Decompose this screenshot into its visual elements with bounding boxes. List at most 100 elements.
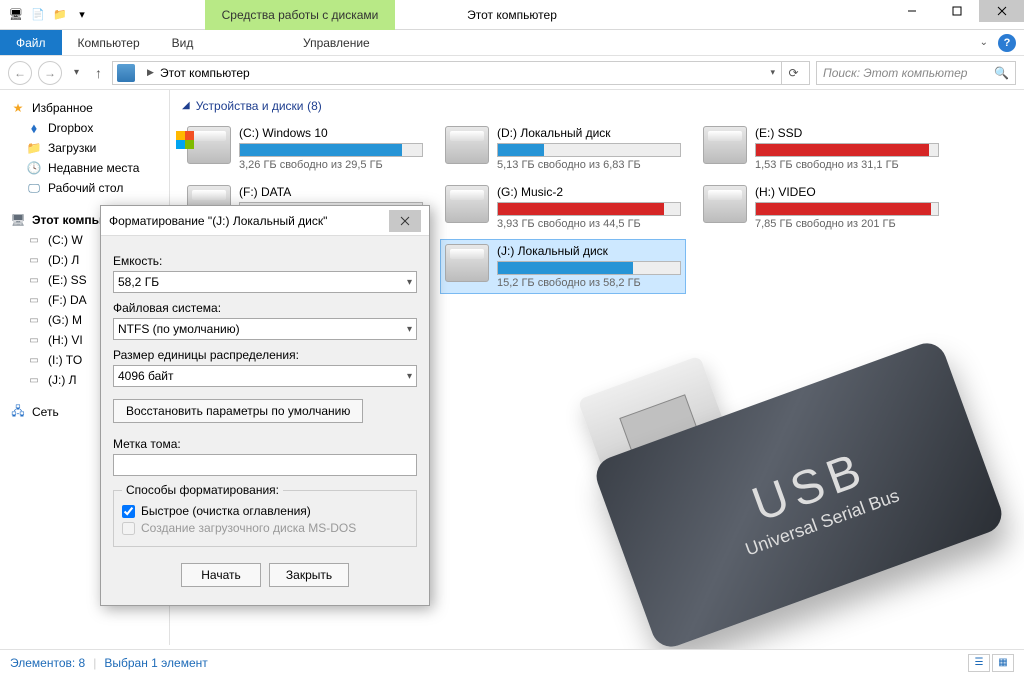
search-icon: 🔍 [994,66,1009,80]
drive-free-text: 3,26 ГБ свободно из 29,5 ГБ [239,159,423,171]
drive-name: (C:) Windows 10 [239,126,423,140]
usb-illustration: USBUniversal Serial Bus [454,305,1014,635]
disk-icon: ▭ [26,332,42,348]
ribbon-expand-icon[interactable]: ⌄ [974,37,994,48]
menu-view[interactable]: Вид [156,30,210,55]
drive-usage-bar [755,143,939,157]
start-button[interactable]: Начать [181,563,261,587]
drive-icon [445,126,489,164]
help-icon[interactable]: ? [998,34,1016,52]
drive-item[interactable]: (J:) Локальный диск 15,2 ГБ свободно из … [440,239,686,294]
statusbar: Элементов: 8 | Выбран 1 элемент ☰ ▦ [0,649,1024,675]
drive-usage-bar [755,202,939,216]
volume-label: Метка тома: [113,437,417,451]
ribbon-context-tab[interactable]: Средства работы с дисками [205,0,395,30]
restore-defaults-button[interactable]: Восстановить параметры по умолчанию [113,399,363,423]
window-title: Этот компьютер [467,8,557,22]
drive-name: (F:) DATA [239,185,423,199]
nav-up-button[interactable]: ↑ [91,65,106,81]
recent-icon: 🕓 [26,160,42,176]
pc-icon: 🖥 [10,212,26,228]
desktop-icon: 🖵 [26,180,42,196]
navbar: ← → ▾ ↑ ▶ Этот компьютер ▾ ⟳ Поиск: Этот… [0,56,1024,90]
format-dialog: Форматирование "(J:) Локальный диск" Емк… [100,205,430,606]
drive-usage-bar [497,143,681,157]
status-selection: Выбран 1 элемент [104,656,207,670]
close-format-button[interactable]: Закрыть [269,563,349,587]
view-details-button[interactable]: ☰ [968,654,990,672]
quick-format-checkbox[interactable]: Быстрое (очистка оглавления) [122,504,408,518]
sidebar-item-desktop[interactable]: 🖵Рабочий стол [4,178,165,198]
app-icon: 🖥 [6,5,26,25]
drive-free-text: 3,93 ГБ свободно из 44,5 ГБ [497,218,681,230]
collapse-icon: ◢ [182,100,190,111]
section-header[interactable]: ◢ Устройства и диски (8) [182,98,1012,113]
status-item-count: Элементов: 8 [10,656,85,670]
drive-free-text: 15,2 ГБ свободно из 58,2 ГБ [497,277,681,289]
volume-input[interactable] [113,454,417,476]
allocation-label: Размер единицы распределения: [113,348,417,362]
maximize-button[interactable] [934,0,979,22]
sidebar-favorites[interactable]: ★Избранное [4,98,165,118]
breadcrumb[interactable]: ▶ Этот компьютер ▾ ⟳ [112,61,810,85]
disk-icon: ▭ [26,312,42,328]
drive-free-text: 1,53 ГБ свободно из 31,1 ГБ [755,159,939,171]
disk-icon: ▭ [26,292,42,308]
sidebar-item-dropbox[interactable]: ⬧Dropbox [4,118,165,138]
drive-usage-bar [497,261,681,275]
disk-icon: ▭ [26,372,42,388]
drive-item[interactable]: (D:) Локальный диск 5,13 ГБ свободно из … [440,121,686,176]
nav-back-button[interactable]: ← [8,61,32,85]
folder-icon: 📁 [26,140,42,156]
drive-icon [187,126,231,164]
drive-name: (G:) Music-2 [497,185,681,199]
drive-name: (D:) Локальный диск [497,126,681,140]
sidebar-item-recent[interactable]: 🕓Недавние места [4,158,165,178]
disk-icon: ▭ [26,352,42,368]
drive-name: (E:) SSD [755,126,939,140]
minimize-button[interactable] [889,0,934,22]
view-tiles-button[interactable]: ▦ [992,654,1014,672]
drive-item[interactable]: (E:) SSD 1,53 ГБ свободно из 31,1 ГБ [698,121,944,176]
section-title: Устройства и диски (8) [196,98,322,113]
nav-history-dropdown[interactable]: ▾ [68,67,85,78]
refresh-button[interactable]: ⟳ [781,61,805,85]
dialog-close-button[interactable] [389,210,421,232]
chevron-down-icon[interactable]: ▾ [764,67,781,78]
properties-icon[interactable]: 📄 [28,5,48,25]
filesystem-select[interactable]: NTFS (по умолчанию) [113,318,417,340]
menu-file[interactable]: Файл [0,30,62,55]
drive-item[interactable]: (C:) Windows 10 3,26 ГБ свободно из 29,5… [182,121,428,176]
sidebar-item-downloads[interactable]: 📁Загрузки [4,138,165,158]
menu-computer[interactable]: Компьютер [62,30,156,55]
menu-manage[interactable]: Управление [241,30,431,55]
window-controls [889,0,1024,22]
chevron-right-icon: ▶ [141,67,160,78]
disk-icon: ▭ [26,272,42,288]
computer-icon [117,64,135,82]
search-input[interactable]: Поиск: Этот компьютер 🔍 [816,61,1016,85]
drive-icon [445,185,489,223]
dialog-title: Форматирование "(J:) Локальный диск" [109,214,327,228]
new-folder-icon[interactable]: 📁 [50,5,70,25]
drive-free-text: 5,13 ГБ свободно из 6,83 ГБ [497,159,681,171]
drive-icon [703,185,747,223]
close-button[interactable] [979,0,1024,22]
drive-name: (H:) VIDEO [755,185,939,199]
drive-icon [445,244,489,282]
search-placeholder: Поиск: Этот компьютер [823,66,967,80]
star-icon: ★ [10,100,26,116]
allocation-select[interactable]: 4096 байт [113,365,417,387]
drive-item[interactable]: (H:) VIDEO 7,85 ГБ свободно из 201 ГБ [698,180,944,235]
drive-item[interactable]: (G:) Music-2 3,93 ГБ свободно из 44,5 ГБ [440,180,686,235]
drive-name: (J:) Локальный диск [497,244,681,258]
network-icon: 🖧 [10,404,26,420]
filesystem-label: Файловая система: [113,301,417,315]
dropbox-icon: ⬧ [26,120,42,136]
qa-dropdown-icon[interactable]: ▾ [72,5,92,25]
dialog-titlebar[interactable]: Форматирование "(J:) Локальный диск" [101,206,429,236]
nav-forward-button[interactable]: → [38,61,62,85]
capacity-select[interactable]: 58,2 ГБ [113,271,417,293]
drive-free-text: 7,85 ГБ свободно из 201 ГБ [755,218,939,230]
drive-usage-bar [239,143,423,157]
